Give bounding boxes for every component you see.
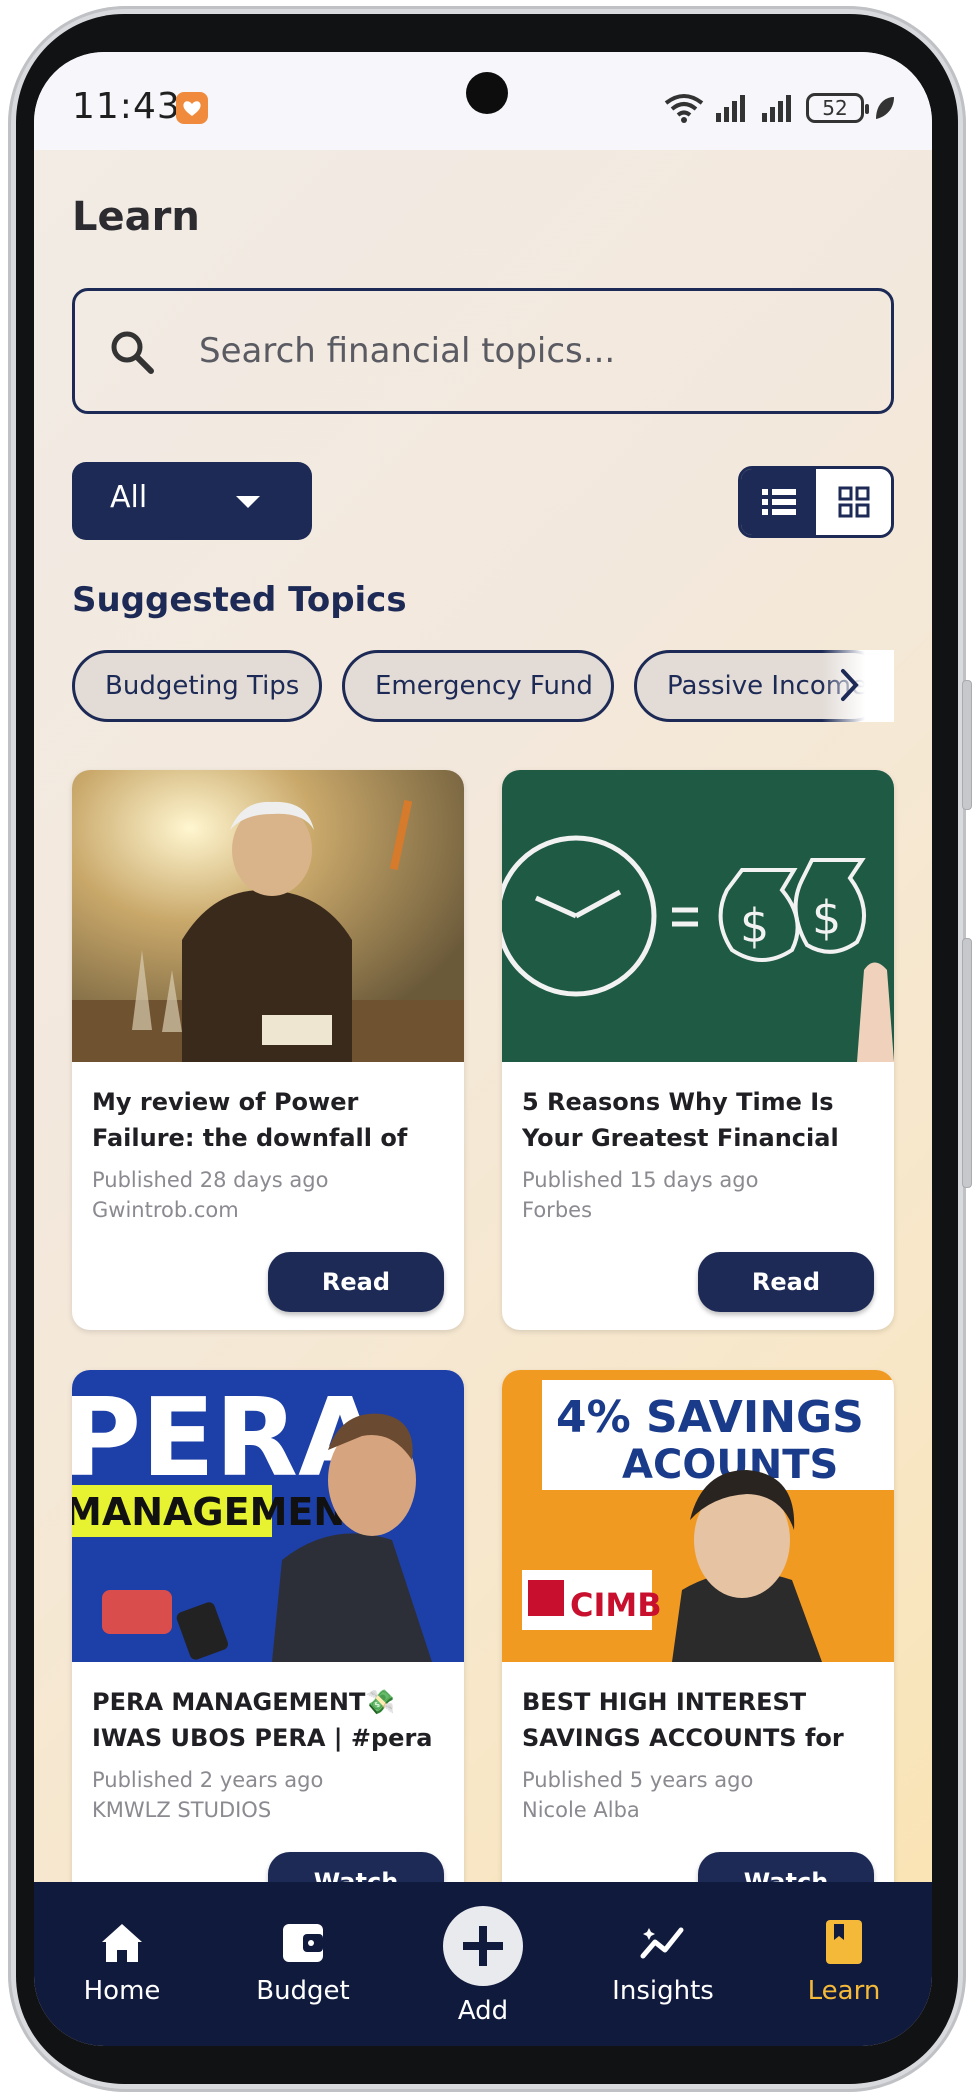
leaf-icon	[876, 97, 894, 119]
wifi-icon	[664, 94, 704, 123]
notification-app-icon	[176, 92, 208, 124]
video-date: Published 5 years ago	[522, 1768, 754, 1792]
video-title: BEST HIGH INTEREST SAVINGS ACCOUNTS for …	[522, 1688, 844, 1752]
home-icon	[102, 1924, 142, 1962]
video-date: Published 2 years ago	[92, 1768, 324, 1792]
signal-icon-2	[762, 95, 791, 122]
grid-view-button[interactable]	[816, 469, 891, 535]
read-button[interactable]: Read	[268, 1252, 444, 1312]
power-button	[962, 938, 972, 1188]
video-card[interactable]: 4% SAVINGS ACOUNTS CIMB BEST HIGH INTERE…	[502, 1370, 894, 1930]
article-source: Forbes	[522, 1198, 593, 1222]
search-input[interactable]	[199, 321, 859, 381]
filter-selected-label: All	[110, 480, 148, 515]
status-bar: 11:43 52	[34, 52, 932, 150]
video-title: PERA MANAGEMENT💸 IWAS UBOS PERA | #pera …	[92, 1688, 433, 1752]
nav-label-budget: Budget	[256, 1976, 350, 2006]
battery-indicator: 52	[806, 93, 869, 123]
topic-chip-emergency-fund[interactable]: Emergency Fund	[342, 650, 614, 722]
article-source: Gwintrob.com	[92, 1198, 239, 1222]
plus-icon	[463, 1926, 503, 1966]
bookmark-book-icon	[826, 1920, 862, 1964]
nav-label-home: Home	[83, 1976, 161, 2006]
nav-item-budget[interactable]: Budget	[228, 1882, 378, 2046]
pera-management-thumbnail: PERA MANAGEMENT	[72, 1370, 464, 1662]
nav-label-insights: Insights	[612, 1976, 714, 2006]
suggested-topics-heading: Suggested Topics	[72, 580, 407, 620]
nav-item-learn[interactable]: Learn	[769, 1882, 919, 2046]
view-toggle	[738, 466, 894, 538]
clock-equals-money-image: $ $	[502, 770, 894, 1062]
inventor-portrait-image	[72, 770, 464, 1062]
list-view-button[interactable]	[741, 469, 816, 535]
list-view-icon	[761, 489, 796, 515]
nav-label-learn: Learn	[807, 1976, 881, 2006]
grid-view-icon	[838, 486, 869, 518]
read-button[interactable]: Read	[698, 1252, 874, 1312]
wallet-icon	[283, 1924, 323, 1962]
article-title: My review of Power Failure: the downfall…	[92, 1088, 408, 1152]
search-box[interactable]	[72, 288, 894, 414]
thumbnail-text: MANAGEMENT	[72, 1490, 371, 1534]
status-time: 11:43	[72, 86, 181, 127]
article-date: Published 28 days ago	[92, 1168, 329, 1192]
signal-icon	[716, 95, 745, 122]
article-card[interactable]: $ $ 5 Reasons Why Time Is Your Greatest …	[502, 770, 894, 1330]
topic-chip-budgeting-tips[interactable]: Budgeting Tips	[72, 650, 322, 722]
thumbnail-text: 4% SAVINGS	[556, 1392, 864, 1443]
svg-text:$: $	[740, 899, 769, 953]
app-screen: 11:43 52 Learn All	[34, 52, 932, 2046]
nav-item-add[interactable]: Add	[408, 1882, 558, 2046]
front-camera	[466, 72, 508, 114]
video-channel: KMWLZ STUDIOS	[92, 1798, 272, 1822]
category-filter-dropdown[interactable]: All	[72, 462, 312, 540]
volume-button	[962, 680, 972, 810]
article-title: 5 Reasons Why Time Is Your Greatest Fina…	[522, 1088, 839, 1152]
article-date: Published 15 days ago	[522, 1168, 759, 1192]
status-icons: 52	[664, 90, 896, 126]
search-icon	[111, 331, 154, 374]
svg-text:$: $	[812, 891, 841, 945]
nav-item-insights[interactable]: Insights	[588, 1882, 738, 2046]
bottom-navigation: Home Budget Add Insights Learn	[34, 1882, 932, 2046]
chevron-right-icon[interactable]	[840, 668, 860, 702]
savings-accounts-thumbnail: 4% SAVINGS ACOUNTS CIMB	[502, 1370, 894, 1662]
chevron-down-icon	[236, 496, 260, 508]
insights-icon	[640, 1927, 684, 1959]
page-title: Learn	[72, 194, 200, 240]
add-button[interactable]	[443, 1906, 523, 1986]
video-card[interactable]: PERA MANAGEMENT PERA MANAGEMENT💸 IWAS UB…	[72, 1370, 464, 1930]
video-channel: Nicole Alba	[522, 1798, 640, 1822]
nav-item-home[interactable]: Home	[47, 1882, 197, 2046]
thumbnail-text: CIMB	[570, 1586, 662, 1624]
nav-label-add: Add	[457, 1996, 509, 2026]
article-card[interactable]: My review of Power Failure: the downfall…	[72, 770, 464, 1330]
suggested-topic-chips: Budgeting Tips Emergency Fund Passive In…	[72, 650, 894, 724]
